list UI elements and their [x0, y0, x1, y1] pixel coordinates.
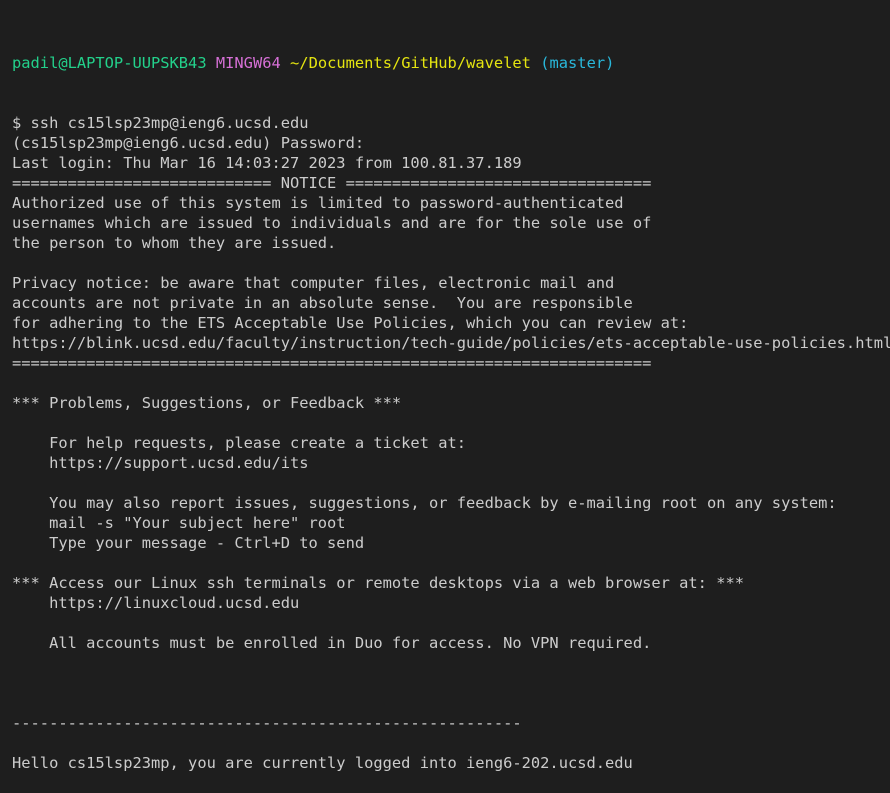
terminal-line: Hello cs15lsp23mp, you are currently log… [12, 754, 633, 772]
terminal-line: the person to whom they are issued. [12, 234, 337, 252]
terminal-line: You may also report issues, suggestions,… [12, 494, 837, 512]
prompt-path: ~/Documents/GitHub/wavelet [290, 54, 531, 72]
terminal-line: https://blink.ucsd.edu/faculty/instructi… [12, 334, 890, 352]
terminal-line: *** Problems, Suggestions, or Feedback *… [12, 394, 402, 412]
terminal-line: Authorized use of this system is limited… [12, 194, 624, 212]
prompt-user-host: padil@LAPTOP-UUPSKB43 [12, 54, 207, 72]
terminal-line: (cs15lsp23mp@ieng6.ucsd.edu) Password: [12, 134, 365, 152]
prompt-git-branch: (master) [540, 54, 615, 72]
terminal-line: Privacy notice: be aware that computer f… [12, 274, 615, 292]
terminal-line: https://linuxcloud.ucsd.edu [12, 594, 300, 612]
terminal-line: $ ssh cs15lsp23mp@ieng6.ucsd.edu [12, 114, 309, 132]
terminal-line: ============================ NOTICE ====… [12, 174, 652, 192]
terminal-line: ========================================… [12, 354, 652, 372]
terminal-line: For help requests, please create a ticke… [12, 434, 467, 452]
terminal-line: Last login: Thu Mar 16 14:03:27 2023 fro… [12, 154, 522, 172]
terminal-line: All accounts must be enrolled in Duo for… [12, 634, 652, 652]
terminal-line: usernames which are issued to individual… [12, 214, 652, 232]
terminal-line: Type your message - Ctrl+D to send [12, 534, 365, 552]
prompt-shell-name: MINGW64 [215, 54, 281, 72]
terminal-line: for adhering to the ETS Acceptable Use P… [12, 314, 689, 332]
prompt-line: padil@LAPTOP-UUPSKB43 MINGW64 ~/Document… [12, 53, 890, 73]
terminal-line: accounts are not private in an absolute … [12, 294, 633, 312]
terminal-line: *** Access our Linux ssh terminals or re… [12, 574, 745, 592]
terminal-line: ----------------------------------------… [12, 714, 522, 732]
terminal-line: https://support.ucsd.edu/its [12, 454, 309, 472]
terminal-output[interactable]: padil@LAPTOP-UUPSKB43 MINGW64 ~/Document… [12, 13, 890, 772]
terminal-line: mail -s "Your subject here" root [12, 514, 346, 532]
terminal-body: $ ssh cs15lsp23mp@ieng6.ucsd.edu (cs15lsp… [12, 113, 890, 773]
